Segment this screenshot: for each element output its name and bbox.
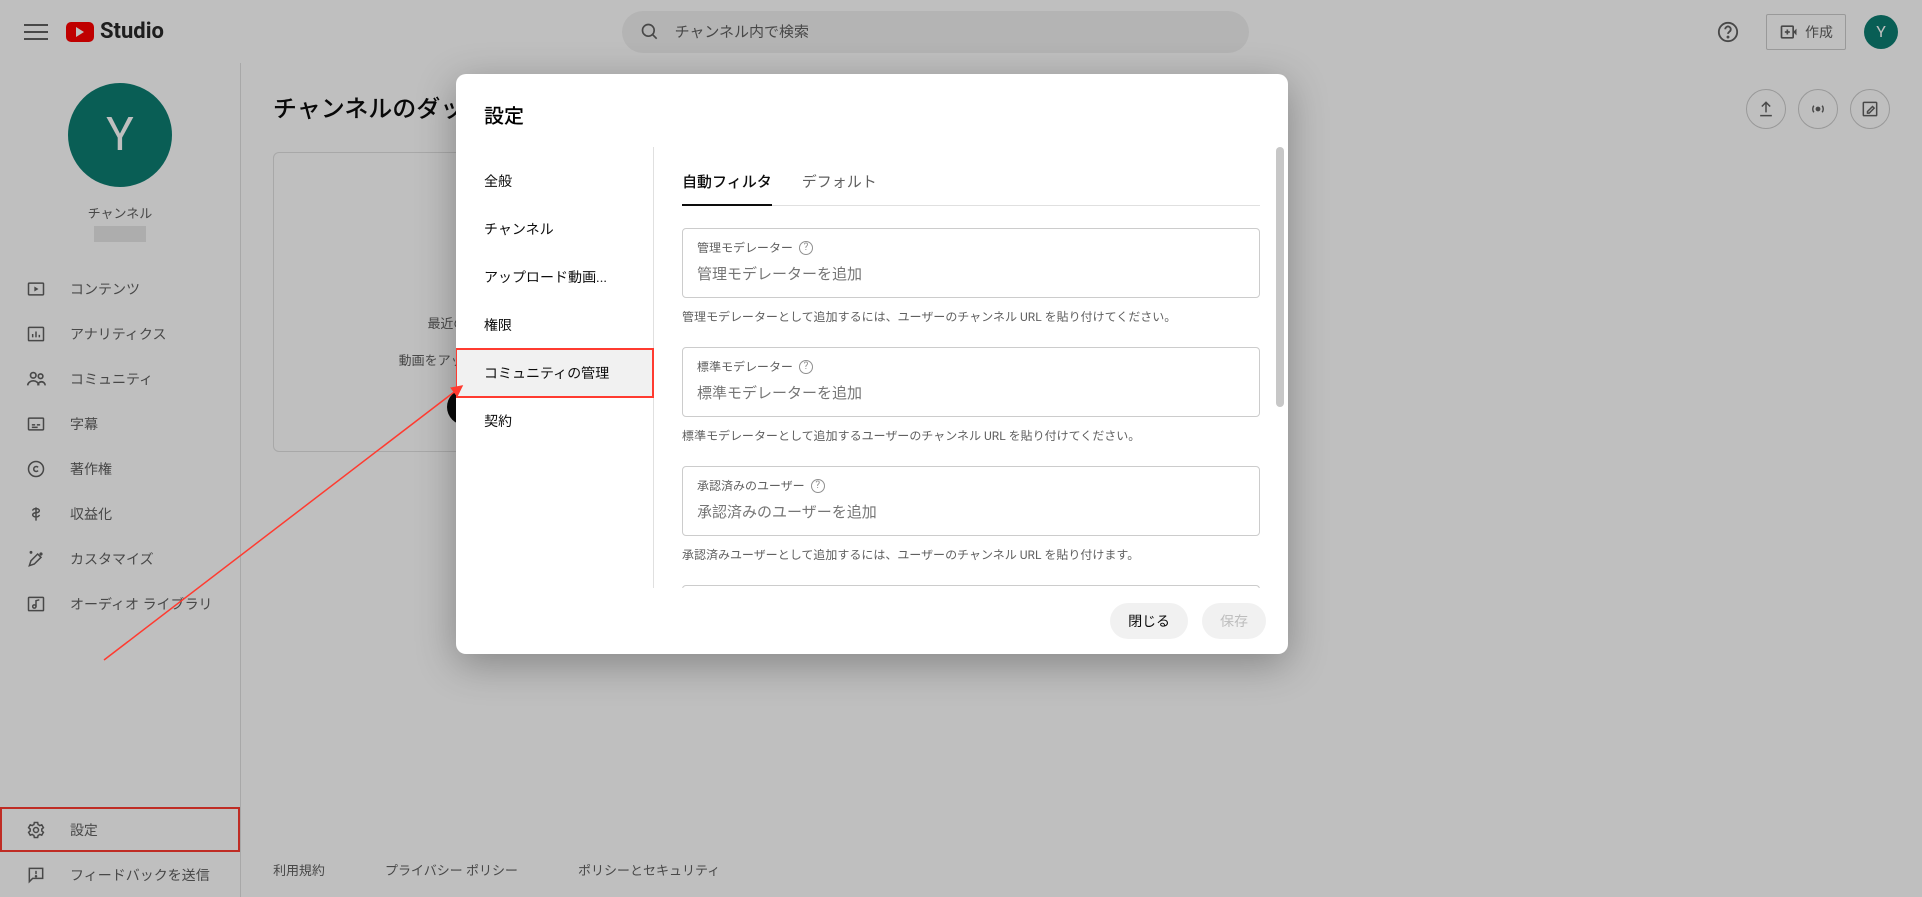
standard-moderator-field[interactable]: 標準モデレーター? bbox=[682, 347, 1260, 417]
admin-moderator-input[interactable] bbox=[697, 266, 1245, 283]
modal-nav-general[interactable]: 全般 bbox=[456, 157, 653, 205]
modal-nav: 全般 チャンネル アップロード動画... 権限 コミュニティの管理 契約 bbox=[456, 147, 654, 588]
modal-nav-permissions[interactable]: 権限 bbox=[456, 301, 653, 349]
tab-auto-filter[interactable]: 自動フィルタ bbox=[682, 159, 772, 206]
field-hint: 承認済みユーザーとして追加するには、ユーザーのチャンネル URL を貼り付けます… bbox=[682, 546, 1260, 563]
standard-moderator-input[interactable] bbox=[697, 385, 1245, 402]
field-label: 標準モデレーター? bbox=[697, 358, 1245, 375]
modal-nav-agreements[interactable]: 契約 bbox=[456, 397, 653, 445]
modal-tabs: 自動フィルタ デフォルト bbox=[682, 159, 1260, 206]
field-group-approved-user: 承認済みのユーザー? 承認済みユーザーとして追加するには、ユーザーのチャンネル … bbox=[682, 466, 1260, 563]
field-group-admin-mod: 管理モデレーター? 管理モデレーターとして追加するには、ユーザーのチャンネル U… bbox=[682, 228, 1260, 325]
field-group-std-mod: 標準モデレーター? 標準モデレーターとして追加するユーザーのチャンネル URL … bbox=[682, 347, 1260, 444]
close-button[interactable]: 閉じる bbox=[1110, 603, 1188, 639]
field-label: 管理モデレーター? bbox=[697, 239, 1245, 256]
help-icon[interactable]: ? bbox=[811, 479, 825, 493]
field-hint: 管理モデレーターとして追加するには、ユーザーのチャンネル URL を貼り付けてく… bbox=[682, 308, 1260, 325]
field-group-next bbox=[682, 585, 1260, 588]
admin-moderator-field[interactable]: 管理モデレーター? bbox=[682, 228, 1260, 298]
approved-user-input[interactable] bbox=[697, 504, 1245, 521]
partial-next-field bbox=[682, 585, 1260, 588]
modal-content: 自動フィルタ デフォルト 管理モデレーター? 管理モデレーターとして追加するには… bbox=[654, 147, 1288, 588]
help-icon[interactable]: ? bbox=[799, 360, 813, 374]
approved-user-field[interactable]: 承認済みのユーザー? bbox=[682, 466, 1260, 536]
modal-body: 全般 チャンネル アップロード動画... 権限 コミュニティの管理 契約 自動フ… bbox=[456, 147, 1288, 588]
field-label: 承認済みのユーザー? bbox=[697, 477, 1245, 494]
modal-nav-community[interactable]: コミュニティの管理 bbox=[456, 349, 653, 397]
scrollbar[interactable] bbox=[1276, 147, 1284, 407]
modal-title: 設定 bbox=[456, 74, 1288, 147]
settings-modal: 設定 全般 チャンネル アップロード動画... 権限 コミュニティの管理 契約 … bbox=[456, 74, 1288, 654]
modal-footer: 閉じる 保存 bbox=[456, 588, 1288, 654]
help-icon[interactable]: ? bbox=[799, 241, 813, 255]
modal-nav-channel[interactable]: チャンネル bbox=[456, 205, 653, 253]
modal-nav-upload-defaults[interactable]: アップロード動画... bbox=[456, 253, 653, 301]
save-button[interactable]: 保存 bbox=[1202, 603, 1266, 639]
tab-default[interactable]: デフォルト bbox=[802, 159, 877, 205]
field-hint: 標準モデレーターとして追加するユーザーのチャンネル URL を貼り付けてください… bbox=[682, 427, 1260, 444]
